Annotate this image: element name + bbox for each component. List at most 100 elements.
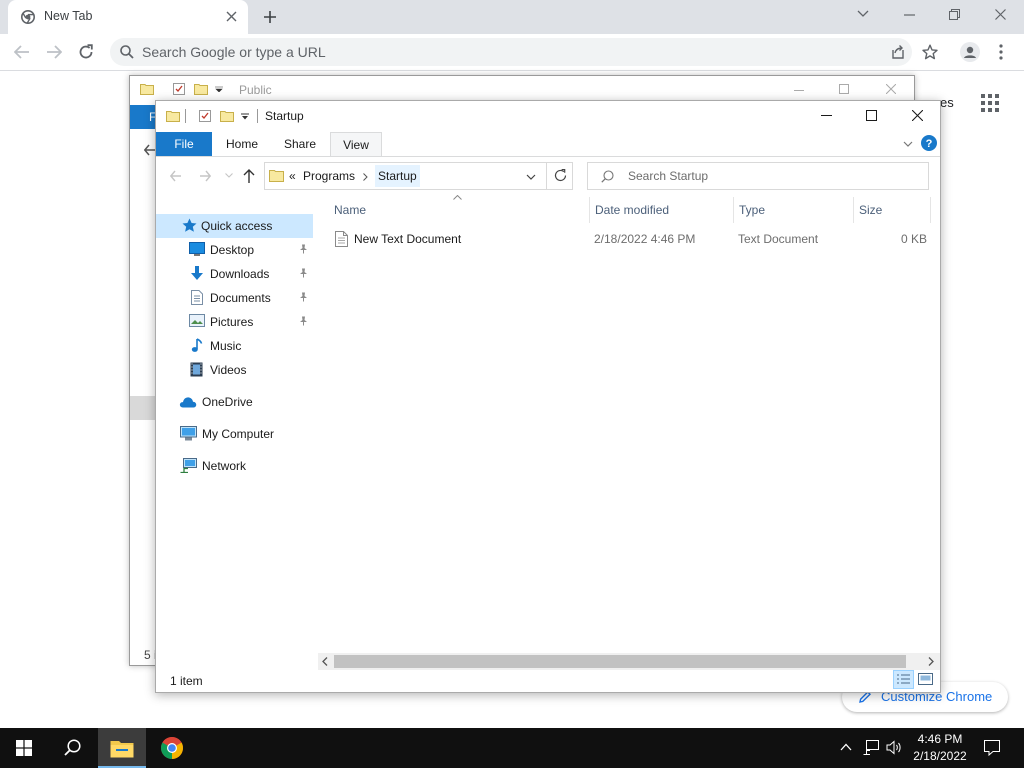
- new-folder-icon: [194, 82, 208, 96]
- network-tray-icon[interactable]: [863, 740, 879, 755]
- nav-label: Desktop: [210, 243, 255, 257]
- nav-network[interactable]: Network: [156, 454, 313, 478]
- tab-search-chevron-icon[interactable]: [857, 10, 869, 18]
- notification-center-icon[interactable]: [984, 740, 1000, 756]
- address-bar[interactable]: « Programs Startup: [264, 162, 573, 190]
- chrome-tab-new-tab[interactable]: New Tab: [8, 0, 248, 34]
- search-placeholder: Search Startup: [628, 169, 709, 183]
- expand-ribbon-chevron-icon[interactable]: [903, 141, 913, 147]
- customize-qat-dropdown-icon[interactable]: [241, 113, 249, 120]
- refresh-button[interactable]: [546, 162, 573, 190]
- breadcrumb-startup[interactable]: Startup: [375, 165, 420, 187]
- minimize-icon[interactable]: [904, 14, 915, 16]
- forward-arrow-icon[interactable]: [199, 170, 211, 182]
- video-film-icon: [190, 362, 203, 377]
- pin-icon: [299, 316, 308, 326]
- nav-label: Pictures: [210, 315, 254, 329]
- volume-icon[interactable]: [886, 740, 902, 755]
- nav-item-documents[interactable]: Documents: [156, 286, 313, 310]
- file-row[interactable]: New Text Document 2/18/2022 4:46 PM Text…: [332, 227, 932, 251]
- nav-onedrive[interactable]: OneDrive: [156, 390, 313, 414]
- breadcrumb-overflow[interactable]: «: [289, 169, 296, 183]
- minimize-icon[interactable]: [821, 115, 832, 116]
- up-arrow-icon[interactable]: [243, 169, 255, 183]
- tab-view[interactable]: View: [330, 132, 382, 156]
- help-icon[interactable]: ?: [921, 135, 937, 151]
- taskbar-clock[interactable]: 4:46 PM 2/18/2022: [904, 731, 976, 765]
- recent-locations-chevron-icon[interactable]: [225, 173, 233, 178]
- column-header-type[interactable]: Type: [739, 203, 765, 217]
- scroll-left-icon[interactable]: [322, 657, 328, 666]
- nav-label: Videos: [210, 363, 247, 377]
- column-header-name[interactable]: Name: [334, 203, 366, 217]
- taskbar-file-explorer[interactable]: [98, 728, 146, 768]
- column-header-size[interactable]: Size: [859, 203, 882, 217]
- details-view-button[interactable]: [893, 670, 914, 689]
- file-tab[interactable]: F: [130, 105, 156, 129]
- file-name: New Text Document: [354, 232, 462, 246]
- share-icon[interactable]: [890, 44, 906, 60]
- nav-item-videos[interactable]: Videos: [156, 358, 313, 382]
- back-arrow-icon[interactable]: [14, 45, 30, 59]
- nav-item-downloads[interactable]: Downloads: [156, 262, 313, 286]
- tab-home[interactable]: Home: [216, 132, 268, 156]
- nav-item-music[interactable]: Music: [156, 334, 313, 358]
- nav-selected-partial: [130, 396, 156, 420]
- properties-icon: [172, 82, 186, 96]
- google-apps-icon[interactable]: [981, 94, 999, 112]
- search-icon: [120, 45, 134, 59]
- column-separator[interactable]: [733, 197, 734, 223]
- file-explorer-icon: [110, 738, 134, 758]
- nav-my-computer[interactable]: My Computer: [156, 422, 313, 446]
- forward-arrow-icon[interactable]: [46, 45, 62, 59]
- clock-date: 2/18/2022: [913, 749, 967, 763]
- nav-label: My Computer: [202, 427, 275, 441]
- column-separator[interactable]: [589, 197, 590, 223]
- tab-file[interactable]: File: [156, 132, 212, 156]
- back-arrow-icon[interactable]: [170, 170, 182, 182]
- close-icon[interactable]: [912, 110, 923, 121]
- search-icon[interactable]: [64, 739, 81, 756]
- scrollbar-thumb[interactable]: [334, 655, 906, 668]
- tab-share[interactable]: Share: [274, 132, 326, 156]
- horizontal-scrollbar[interactable]: [318, 653, 940, 670]
- maximize-icon[interactable]: [866, 110, 877, 121]
- nav-item-pictures[interactable]: Pictures: [156, 310, 313, 334]
- column-separator[interactable]: [853, 197, 854, 223]
- profile-avatar-icon[interactable]: [960, 42, 980, 62]
- svg-text:?: ?: [926, 138, 933, 150]
- omnibox[interactable]: Search Google or type a URL: [110, 38, 912, 66]
- properties-icon[interactable]: [198, 109, 212, 123]
- windows-start-icon[interactable]: [16, 740, 32, 756]
- qat-divider: [185, 109, 186, 123]
- breadcrumb-programs[interactable]: Programs: [303, 169, 355, 183]
- nav-item-desktop[interactable]: Desktop: [156, 238, 313, 262]
- column-separator[interactable]: [930, 197, 931, 223]
- nav-quick-access[interactable]: Quick access: [156, 214, 313, 238]
- close-tab-icon[interactable]: [226, 11, 237, 22]
- document-icon: [191, 290, 203, 305]
- maximize-icon[interactable]: [839, 84, 849, 94]
- pin-icon: [299, 268, 308, 278]
- breadcrumb-separator-icon[interactable]: [363, 173, 368, 181]
- ntp-link-text[interactable]: es: [940, 95, 954, 110]
- search-box[interactable]: Search Startup: [587, 162, 929, 190]
- close-window-icon[interactable]: [995, 9, 1006, 20]
- bookmark-star-icon[interactable]: [922, 44, 938, 60]
- reload-icon[interactable]: [78, 44, 94, 60]
- computer-monitor-icon: [180, 426, 197, 441]
- address-history-chevron-icon[interactable]: [526, 174, 536, 180]
- chrome-menu-icon[interactable]: [999, 44, 1003, 60]
- new-folder-icon[interactable]: [220, 109, 234, 123]
- restore-icon[interactable]: [949, 9, 960, 20]
- column-header-date[interactable]: Date modified: [595, 203, 669, 217]
- chrome-taskbar-icon[interactable]: [160, 736, 184, 760]
- new-tab-icon[interactable]: [263, 10, 277, 24]
- show-hidden-icons-chevron-icon[interactable]: [840, 743, 852, 751]
- close-icon[interactable]: [886, 84, 896, 94]
- refresh-icon: [554, 169, 567, 182]
- scroll-right-icon[interactable]: [928, 657, 934, 666]
- explorer-window-startup[interactable]: Startup File Home Share View ? « Program…: [155, 100, 941, 693]
- minimize-icon[interactable]: [794, 90, 804, 91]
- large-icons-view-button[interactable]: [918, 673, 933, 685]
